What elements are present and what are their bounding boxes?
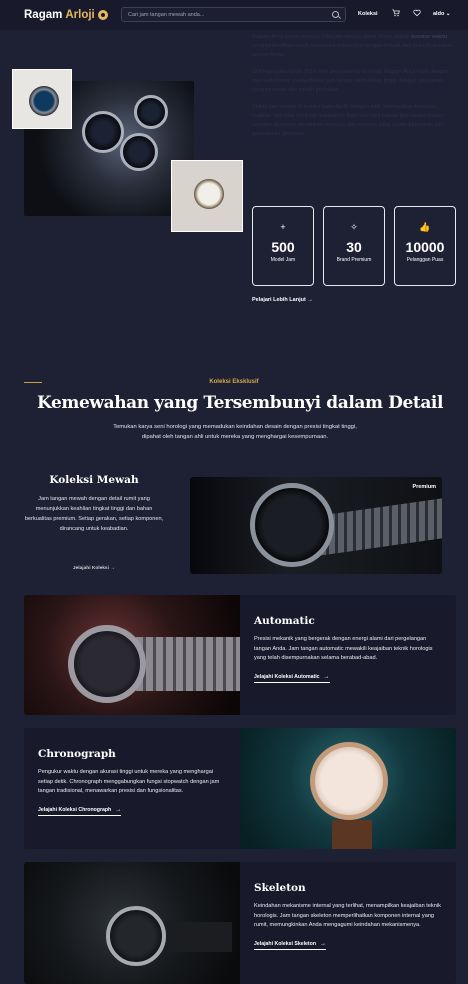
skeleton-image [24, 862, 240, 984]
search-input[interactable] [128, 11, 332, 18]
search-bar [121, 7, 346, 22]
category-title: Skeleton [254, 882, 306, 894]
arrow-right-icon: → [320, 940, 326, 947]
brand-accent: Arloji [65, 9, 95, 21]
stat-card-brands: ✧ 30 Brand Premium [323, 206, 385, 286]
category-card-chronograph: Chronograph Pengukur waktu dengan akuras… [24, 728, 456, 849]
chronograph-image [240, 728, 456, 849]
thumbs-up-icon: 👍 [419, 222, 431, 232]
about-small-image-1 [12, 69, 72, 129]
arrow-right-icon: → [115, 806, 122, 813]
stat-value: 30 [346, 239, 362, 255]
logo-icon [97, 10, 108, 20]
user-menu[interactable]: aldo ⌄ [433, 11, 450, 17]
explore-chronograph-link[interactable]: Jelajahi Koleksi Chronograph → [38, 806, 122, 816]
about-paragraph-3: Setiap jam tangan di koleksi kami dipili… [252, 104, 444, 137]
section-description: Temukan karya seni horologi yang memaduk… [113, 424, 357, 440]
category-title: Automatic [254, 615, 315, 627]
stat-label: Brand Premium [336, 257, 372, 263]
about-paragraph-1: Ragam Arloji bukan sekadar toko jam tang… [252, 34, 454, 58]
arrow-right-icon: → [307, 297, 313, 303]
category-description: Presisi mekanik yang bergerak dengan ene… [254, 636, 433, 661]
mewah-explore-link[interactable]: Jelajahi Koleksi → [24, 566, 164, 571]
stat-label: Model Jam [270, 257, 296, 263]
brand-name: Ragam [24, 9, 63, 21]
section-title: Kemewahan yang Tersembunyi dalam Detail [36, 393, 444, 413]
mewah-description: Jam tangan mewah dengan detail rumit yan… [24, 496, 164, 532]
chevron-down-icon: ⌄ [445, 11, 451, 17]
stat-label: Pelanggan Puas [406, 257, 444, 263]
heart-icon[interactable] [413, 9, 421, 17]
explore-automatic-link[interactable]: Jelajahi Koleksi Automatic → [254, 674, 330, 683]
mewah-image: Premium [190, 477, 442, 574]
category-description: Keindahan mekanisme internal yang terlih… [254, 903, 441, 928]
automatic-image [24, 595, 240, 715]
sparkle-icon: ✧ [350, 222, 358, 232]
explore-skeleton-link[interactable]: Jelajahi Koleksi Skeleton → [254, 941, 326, 950]
mewah-title: Koleksi Mewah [49, 474, 139, 486]
top-navbar: Ragam Arloji Koleksi aldo ⌄ [0, 0, 468, 30]
about-small-image-2 [171, 160, 243, 232]
plus-icon: + [280, 222, 286, 232]
brand-logo[interactable]: Ragam Arloji [24, 9, 108, 21]
cart-icon[interactable] [392, 9, 400, 17]
learn-more-link[interactable]: Pelajari Lebih Lanjut → [252, 297, 313, 303]
user-name: aldo [433, 11, 445, 17]
category-card-automatic: Automatic Presisi mekanik yang bergerak … [24, 595, 456, 715]
section-tag: Koleksi Eksklusif [209, 379, 259, 385]
stat-value: 500 [271, 239, 295, 255]
about-paragraph-2: Didirikan pada tahun 2010 oleh para peci… [252, 69, 449, 93]
stat-card-models: + 500 Model Jam [252, 206, 314, 286]
nav-koleksi-link[interactable]: Koleksi [358, 11, 378, 17]
stat-value: 10000 [405, 239, 445, 255]
about-text: Ragam Arloji bukan sekadar toko jam tang… [252, 33, 456, 147]
category-title: Chronograph [38, 748, 116, 760]
search-icon[interactable] [332, 11, 339, 18]
arrow-right-icon: → [110, 566, 116, 571]
arrow-right-icon: → [323, 673, 330, 680]
category-card-skeleton: Skeleton Keindahan mekanisme internal ya… [24, 862, 456, 984]
category-description: Pengukur waktu dengan akurasi tinggi unt… [38, 769, 220, 794]
stat-card-customers: 👍 10000 Pelanggan Puas [394, 206, 456, 286]
premium-badge: Premium [412, 484, 436, 490]
